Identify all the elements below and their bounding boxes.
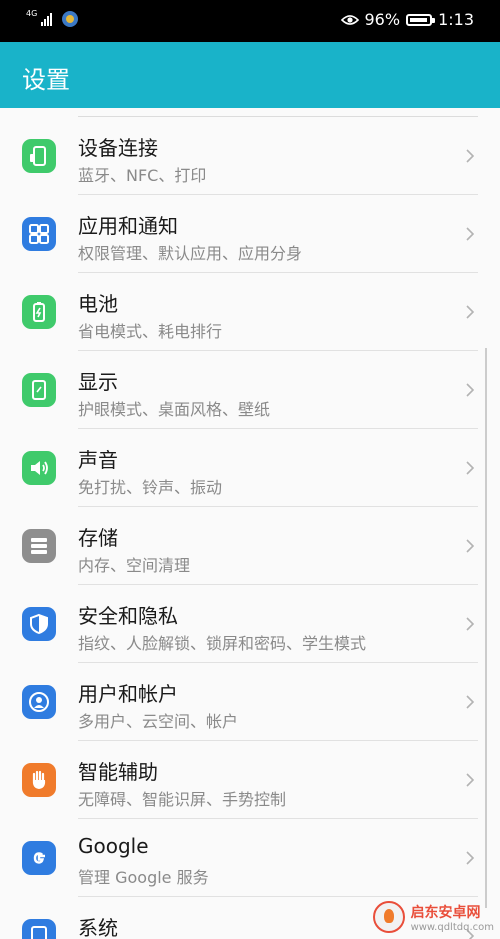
- display-icon: [22, 373, 56, 407]
- google-icon: [22, 841, 56, 875]
- chevron-right-icon: [466, 539, 475, 553]
- sound-icon: [22, 451, 56, 485]
- settings-item-title: 用户和帐户: [78, 682, 178, 706]
- battery-icon: [22, 295, 56, 329]
- settings-item-title: 应用和通知: [78, 214, 178, 238]
- settings-item[interactable]: 声音免打扰、铃声、振动: [0, 429, 500, 507]
- settings-item-title: 智能辅助: [78, 760, 158, 784]
- device-connection-icon: [22, 139, 56, 173]
- settings-item[interactable]: 显示护眼模式、桌面风格、壁纸: [0, 351, 500, 429]
- battery-percent: 96%: [364, 10, 401, 29]
- settings-item-title: 安全和隐私: [78, 604, 178, 628]
- settings-item[interactable]: 存储 内存、空间清理: [0, 507, 500, 585]
- settings-item-subtitle: 蓝牙、NFC、打印: [78, 166, 207, 185]
- watermark: 启东安卓网 www.qdltdq.com: [372, 901, 494, 933]
- chevron-right-icon: [466, 227, 475, 241]
- settings-item-title: 系统: [78, 916, 118, 939]
- settings-item-title: 声音: [78, 448, 118, 472]
- chevron-right-icon: [466, 461, 475, 475]
- settings-item-subtitle: 无障碍、智能识屏、手势控制: [78, 790, 287, 809]
- chevron-right-icon: [466, 383, 475, 397]
- page-title: 设置: [22, 66, 70, 94]
- settings-item-title: 电池: [78, 292, 118, 316]
- hand-icon: [22, 763, 56, 797]
- status-bar: 4G 96% 1:13: [0, 0, 500, 42]
- battery-status-icon: [406, 13, 436, 26]
- shield-icon: [22, 607, 56, 641]
- status-right: 96% 1:13: [340, 10, 474, 29]
- storage-icon: [22, 529, 56, 563]
- apps-grid-icon: [22, 217, 56, 251]
- settings-item-title: Google: [78, 834, 149, 858]
- settings-item-subtitle: 权限管理、默认应用、应用分身: [78, 244, 303, 263]
- chevron-right-icon: [466, 149, 475, 163]
- settings-item[interactable]: 智能辅助无障碍、智能识屏、手势控制: [0, 741, 500, 819]
- user-account-icon: [22, 685, 56, 719]
- watermark-logo-icon: [372, 901, 405, 933]
- watermark-url: www.qdltdq.com: [410, 921, 494, 933]
- settings-item-subtitle: 省电模式、耗电排行: [78, 322, 223, 341]
- chevron-right-icon: [466, 851, 475, 865]
- app-notification-icon: [62, 11, 79, 27]
- settings-item[interactable]: 设备连接蓝牙、NFC、打印: [0, 117, 500, 195]
- app-bar: 设置: [0, 42, 500, 108]
- status-left: 4G: [26, 9, 79, 27]
- system-icon: [22, 919, 56, 939]
- settings-item-subtitle: 护眼模式、桌面风格、壁纸: [78, 400, 271, 419]
- settings-item[interactable]: Google 管理 Google 服务: [0, 819, 500, 897]
- clock: 1:13: [438, 10, 474, 29]
- settings-list[interactable]: 设备连接蓝牙、NFC、打印应用和通知权限管理、默认应用、应用分身电池省电模式、耗…: [0, 108, 500, 939]
- settings-item-title: 存储: [78, 526, 118, 550]
- settings-item-subtitle: 内存、空间清理: [78, 556, 191, 575]
- signal-icon: [41, 12, 53, 26]
- settings-item-subtitle: 免打扰、铃声、振动: [78, 478, 223, 497]
- eye-comfort-icon: [340, 14, 359, 25]
- settings-item-subtitle: 多用户、云空间、帐户: [78, 712, 239, 731]
- watermark-name: 启东安卓网: [410, 904, 481, 921]
- settings-item-title: 设备连接: [78, 136, 158, 160]
- chevron-right-icon: [466, 773, 475, 787]
- chevron-right-icon: [466, 305, 475, 319]
- settings-item[interactable]: 应用和通知权限管理、默认应用、应用分身: [0, 195, 500, 273]
- settings-item[interactable]: 安全和隐私指纹、人脸解锁、锁屏和密码、学生模式: [0, 585, 500, 663]
- chevron-right-icon: [466, 617, 475, 631]
- settings-item-subtitle: 管理 Google 服务: [78, 868, 209, 887]
- settings-item[interactable]: 电池省电模式、耗电排行: [0, 273, 500, 351]
- settings-item[interactable]: 用户和帐户多用户、云空间、帐户: [0, 663, 500, 741]
- settings-item-title: 显示: [78, 370, 118, 394]
- network-type: 4G: [26, 9, 38, 18]
- settings-item-subtitle: 指纹、人脸解锁、锁屏和密码、学生模式: [78, 634, 367, 653]
- chevron-right-icon: [466, 695, 475, 709]
